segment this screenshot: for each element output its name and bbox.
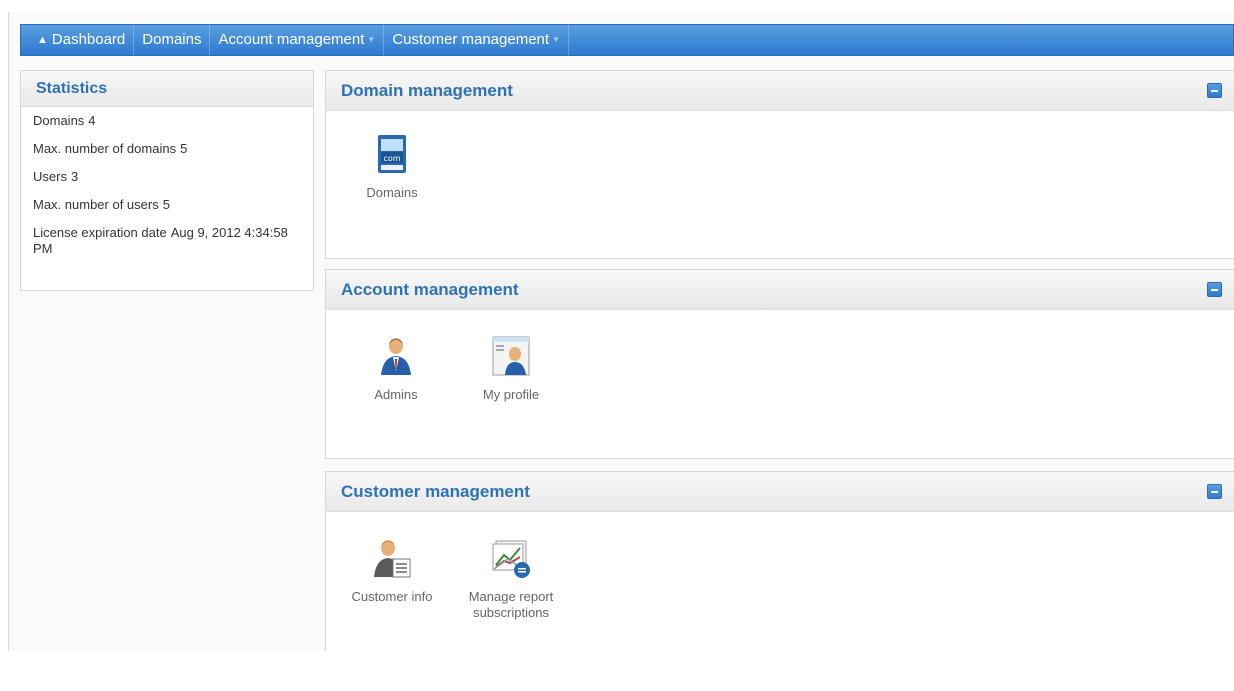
stat-users: Users 3 (21, 169, 313, 185)
nav-dashboard[interactable]: ▲ Dashboard (21, 25, 135, 55)
tile-admins[interactable]: Admins (346, 335, 446, 403)
stat-license-expiration: License expiration date Aug 9, 2012 4:34:… (21, 225, 303, 257)
tile-label: Admins (374, 387, 418, 402)
domain-management-title: Domain management (341, 80, 513, 100)
tile-label: My profile (482, 387, 540, 402)
stat-max-domains: Max. number of domains 5 (21, 141, 313, 157)
stat-value: 3 (70, 169, 79, 184)
statistics-panel: Statistics Domains 4 Max. number of domai… (20, 70, 314, 291)
account-management-panel: Account management Admins My profile (325, 269, 1234, 459)
nav-label: Dashboard (51, 31, 126, 48)
nav-customer-management[interactable]: Customer management ▼ (384, 25, 569, 55)
nav-label: Account management (218, 31, 365, 48)
stat-value: 4 (88, 113, 96, 128)
domain-management-header: Domain management (326, 71, 1234, 111)
stat-label: License expiration date (33, 225, 167, 240)
customer-management-panel: Customer management Customer info Manage… (325, 471, 1234, 651)
tile-customer-info[interactable]: Customer info (342, 537, 442, 605)
nav-domains[interactable]: Domains (134, 25, 211, 55)
tile-label: Domains (366, 185, 418, 200)
customer-management-title: Customer management (341, 481, 530, 501)
admin-user-icon (381, 338, 411, 375)
tile-label: Customer info (351, 589, 433, 604)
stat-label: Users (33, 169, 67, 184)
statistics-title: Statistics (36, 79, 108, 97)
nav-label: Customer management (392, 31, 550, 48)
account-management-title: Account management (341, 279, 519, 299)
collapse-icon[interactable] (1207, 83, 1222, 98)
tile-my-profile[interactable]: My profile (461, 335, 561, 403)
collapse-icon[interactable] (1207, 484, 1222, 499)
stat-label: Max. number of users (33, 197, 159, 212)
stat-label: Max. number of domains (33, 141, 177, 156)
customer-info-icon (374, 540, 411, 578)
top-navbar: ▲ Dashboard Domains Account management ▼… (20, 24, 1234, 56)
domain-management-panel: Domain management com Domains (325, 70, 1234, 259)
stat-domains: Domains 4 (21, 113, 313, 129)
tile-label: Manage report subscriptions (468, 589, 554, 620)
chevron-down-icon: ▼ (367, 35, 376, 44)
domains-icon: com (378, 135, 406, 173)
account-management-header: Account management (326, 270, 1234, 310)
tile-domains[interactable]: com Domains (342, 133, 442, 201)
profile-icon (492, 336, 530, 376)
nav-account-management[interactable]: Account management ▼ (210, 25, 385, 55)
home-icon: ▲ (37, 34, 48, 46)
stat-max-users: Max. number of users 5 (21, 197, 313, 213)
stat-value: 5 (180, 141, 188, 156)
statistics-header: Statistics (21, 71, 313, 107)
stat-label: Domains (33, 113, 85, 128)
report-subscription-icon (492, 540, 530, 578)
svg-text:com: com (383, 154, 400, 163)
stat-value: 5 (162, 197, 170, 212)
chevron-down-icon: ▼ (552, 35, 560, 44)
collapse-icon[interactable] (1207, 282, 1222, 297)
tile-manage-report-subscriptions[interactable]: Manage report subscriptions (461, 537, 561, 621)
customer-management-header: Customer management (326, 472, 1234, 512)
nav-label: Domains (142, 31, 202, 48)
